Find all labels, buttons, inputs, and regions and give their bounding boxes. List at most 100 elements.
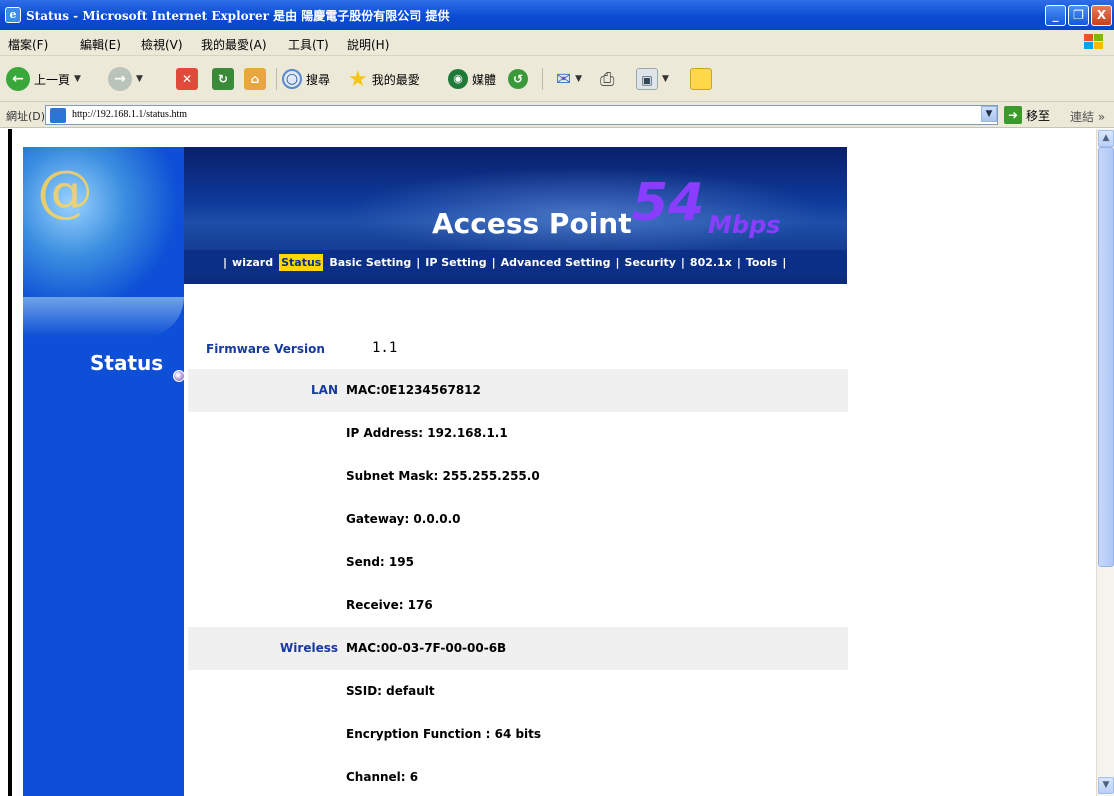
header-banner: Access Point 54 Mbps | wizard Status Bas… (184, 147, 847, 284)
sidebar-curve (23, 297, 184, 337)
menu-file[interactable]: 檔案(F) (8, 36, 48, 53)
nav-ip-setting[interactable]: IP Setting (423, 254, 488, 271)
table-row: Receive: 176 (188, 584, 848, 627)
table-row: SSID: default (188, 670, 848, 713)
stop-icon: ✕ (176, 68, 198, 90)
menu-edit[interactable]: 編輯(E) (80, 36, 121, 53)
table-row: Gateway: 0.0.0.0 (188, 498, 848, 541)
nav-divider: | (416, 255, 421, 269)
sidebar-section-title: Status (90, 351, 164, 375)
window-titlebar[interactable]: e Status - Microsoft Internet Explorer 是… (0, 0, 1114, 30)
vertical-scrollbar[interactable]: ▲ ▼ (1096, 129, 1114, 796)
menu-help[interactable]: 說明(H) (347, 36, 389, 53)
address-bar: 網址(D) http://192.168.1.1/status.htm ▼ ➜ … (0, 102, 1114, 128)
lan-receive: Receive: 176 (346, 598, 433, 612)
toolbar: ← 上一頁 ▼ → ▼ ✕ ↻ ⌂ ○ 搜尋 ★ 我的最愛 ◉ 媒體 ↺ ✉ ▼… (0, 56, 1114, 102)
scroll-thumb[interactable] (1098, 147, 1114, 567)
dropdown-arrow-icon: ▼ (575, 74, 583, 84)
scroll-up-button[interactable]: ▲ (1098, 130, 1114, 147)
nav-basic-setting[interactable]: Basic Setting (327, 254, 413, 271)
address-dropdown-button[interactable]: ▼ (981, 106, 997, 122)
search-icon: ○ (282, 69, 302, 89)
table-row: Channel: 6 (188, 756, 848, 796)
print-icon: ⎙ (600, 68, 615, 90)
menu-tools[interactable]: 工具(T) (288, 36, 329, 53)
nav-divider: | (680, 255, 685, 269)
search-button[interactable]: ○ 搜尋 (282, 66, 330, 92)
lan-label: LAN (311, 383, 338, 397)
edit-icon: ▣ (636, 68, 658, 90)
nav-divider: | (223, 255, 228, 269)
home-icon: ⌂ (244, 68, 266, 90)
mail-button[interactable]: ✉ ▼ (556, 66, 582, 92)
dropdown-arrow-icon: ▼ (74, 74, 81, 84)
close-button[interactable]: X (1091, 5, 1112, 26)
sidebar-panel: @ (23, 147, 184, 796)
menu-favorites[interactable]: 我的最愛(A) (201, 36, 267, 53)
lan-gateway: Gateway: 0.0.0.0 (346, 512, 461, 526)
links-button[interactable]: 連結 » (1070, 108, 1105, 125)
back-button[interactable]: ← 上一頁 ▼ (6, 66, 81, 92)
media-label: 媒體 (472, 72, 497, 87)
media-button[interactable]: ◉ 媒體 (448, 66, 496, 92)
ie-icon: e (5, 7, 21, 23)
nav-advanced-setting[interactable]: Advanced Setting (499, 254, 613, 271)
nav-bar: | wizard Status Basic Setting | IP Setti… (184, 250, 847, 274)
table-row: Subnet Mask: 255.255.255.0 (188, 455, 848, 498)
lan-ip: IP Address: 192.168.1.1 (346, 426, 508, 440)
at-sign-graphic: @ (37, 159, 93, 224)
speed-unit: Mbps (708, 211, 781, 239)
scroll-down-button[interactable]: ▼ (1098, 777, 1114, 794)
windows-logo-icon (1084, 34, 1106, 52)
note-icon (690, 68, 712, 90)
toolbar-separator (276, 68, 277, 90)
product-name: Access Point (432, 207, 632, 240)
firmware-label: Firmware Version (206, 342, 325, 356)
minimize-button[interactable]: _ (1045, 5, 1066, 26)
nav-divider: | (491, 255, 496, 269)
wireless-label: Wireless (280, 641, 338, 655)
wireless-ssid: SSID: default (346, 684, 435, 698)
lan-mac: MAC:0E1234567812 (346, 383, 481, 397)
nav-tools[interactable]: Tools (744, 254, 779, 271)
refresh-button[interactable]: ↻ (212, 66, 234, 92)
back-arrow-icon: ← (6, 67, 30, 91)
nav-divider: | (782, 255, 787, 269)
address-label: 網址(D) (6, 110, 46, 123)
table-row: Wireless MAC:00-03-7F-00-00-6B (188, 627, 848, 670)
nav-divider: | (736, 255, 741, 269)
wireless-channel: Channel: 6 (346, 770, 419, 784)
page-content: @ Status Access Point 54 Mbps | wizard S… (8, 129, 1096, 796)
bullet-icon (173, 370, 185, 382)
nav-wizard[interactable]: wizard (230, 254, 275, 271)
restore-button[interactable]: ❐ (1068, 5, 1089, 26)
window-left-border (8, 129, 12, 796)
nav-divider: | (615, 255, 620, 269)
table-row: Encryption Function : 64 bits (188, 713, 848, 756)
speed-value: 54 (632, 173, 705, 233)
mail-icon: ✉ (556, 68, 572, 90)
nav-802-1x[interactable]: 802.1x (688, 254, 734, 271)
go-label: 移至 (1026, 108, 1051, 123)
wireless-encryption: Encryption Function : 64 bits (346, 727, 542, 741)
page-icon (50, 108, 66, 123)
history-button[interactable]: ↺ (508, 66, 528, 92)
stop-button[interactable]: ✕ (176, 66, 198, 92)
home-button[interactable]: ⌂ (244, 66, 266, 92)
address-url: http://192.168.1.1/status.htm (72, 109, 188, 120)
menu-view[interactable]: 檢視(V) (141, 36, 183, 53)
globe-graphic: @ (23, 147, 184, 307)
nav-security[interactable]: Security (623, 254, 678, 271)
messenger-button[interactable] (690, 66, 712, 92)
lan-subnet: Subnet Mask: 255.255.255.0 (346, 469, 540, 483)
menu-bar: 檔案(F) 編輯(E) 檢視(V) 我的最愛(A) 工具(T) 說明(H) (0, 30, 1114, 56)
favorites-button[interactable]: ★ 我的最愛 (348, 66, 420, 92)
address-input[interactable]: http://192.168.1.1/status.htm (45, 105, 998, 125)
edit-button[interactable]: ▣ ▼ (636, 66, 669, 92)
print-button[interactable]: ⎙ (600, 66, 614, 92)
lan-send: Send: 195 (346, 555, 414, 569)
nav-status[interactable]: Status (279, 253, 324, 271)
forward-button[interactable]: → ▼ (108, 66, 143, 92)
table-row: IP Address: 192.168.1.1 (188, 412, 848, 455)
go-button[interactable]: ➜ 移至 (1004, 106, 1050, 124)
